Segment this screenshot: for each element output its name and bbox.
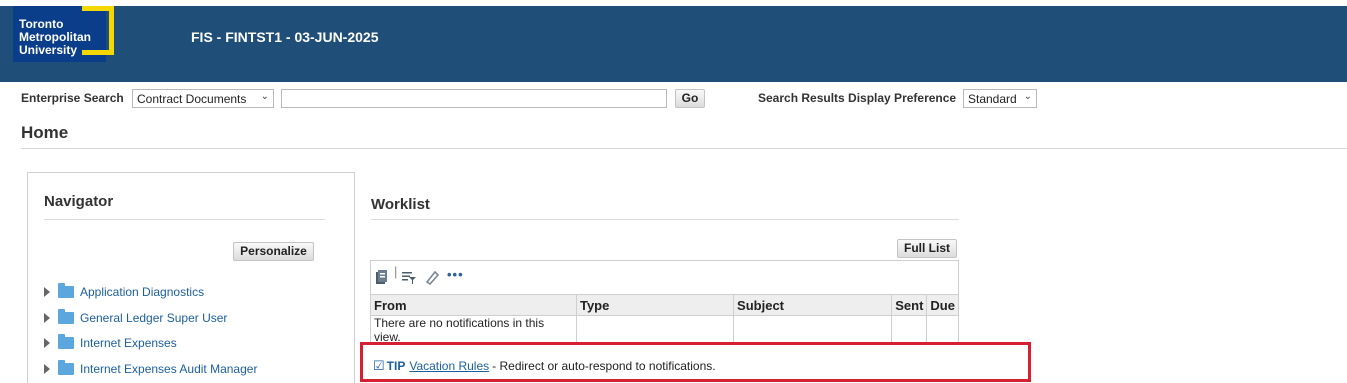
personalize-button[interactable]: Personalize <box>233 242 314 261</box>
navigator-divider <box>44 219 325 220</box>
toolbar-separator-icon: | <box>394 264 398 279</box>
check-circle-icon: ☑ <box>373 358 385 373</box>
vacation-rules-link[interactable]: Vacation Rules <box>409 359 489 373</box>
logo-text: Toronto Metropolitan University <box>19 17 91 57</box>
nav-item-internet-expenses[interactable]: Internet Expenses <box>44 334 177 352</box>
tip-text: - Redirect or auto-respond to notificati… <box>492 359 716 373</box>
worklist-title: Worklist <box>371 196 430 213</box>
edit-icon[interactable] <box>424 269 440 288</box>
table-cell <box>575 315 735 345</box>
expand-icon[interactable] <box>44 364 50 374</box>
empty-message: There are no notifications in this view. <box>370 315 577 345</box>
expand-icon[interactable] <box>44 338 50 348</box>
chevron-down-icon: ⌄ <box>1023 91 1032 102</box>
folder-icon <box>58 334 74 349</box>
tip-label: TIP <box>386 359 406 373</box>
header-banner: Toronto Metropolitan University FIS - FI… <box>0 6 1347 82</box>
table-header-row: From Type Subject Sent Due <box>370 294 959 316</box>
chevron-down-icon: ⌄ <box>260 91 269 102</box>
instance-title: FIS - FINTST1 - 03-JUN-2025 <box>191 29 379 45</box>
page-title: Home <box>21 123 69 142</box>
title-divider <box>21 148 1347 149</box>
nav-item-internet-expenses-audit-manager[interactable]: Internet Expenses Audit Manager <box>44 360 257 378</box>
table-cell <box>926 315 959 345</box>
search-preference-value: Standard <box>968 92 1017 106</box>
table-cell <box>733 315 893 345</box>
worklist-toolbar: | ••• <box>370 260 959 294</box>
nav-item-label[interactable]: Internet Expenses <box>80 336 177 350</box>
search-category-select[interactable]: Contract Documents ⌄ <box>132 89 274 108</box>
folder-icon <box>58 283 74 298</box>
table-row: There are no notifications in this view. <box>370 315 959 345</box>
nav-item-label[interactable]: Internet Expenses Audit Manager <box>80 362 257 376</box>
nav-item-label[interactable]: Application Diagnostics <box>80 285 204 299</box>
column-header-sent[interactable]: Sent <box>891 294 928 316</box>
enterprise-search-label: Enterprise Search <box>21 91 124 105</box>
full-list-button[interactable]: Full List <box>897 239 957 258</box>
notification-icon[interactable] <box>375 269 389 288</box>
column-header-subject[interactable]: Subject <box>733 294 893 316</box>
filter-icon[interactable] <box>401 269 417 288</box>
table-cell <box>891 315 928 345</box>
search-input[interactable] <box>281 89 667 108</box>
more-icon[interactable]: ••• <box>447 267 464 282</box>
expand-icon[interactable] <box>44 313 50 323</box>
nav-item-general-ledger-super-user[interactable]: General Ledger Super User <box>44 309 227 327</box>
folder-icon <box>58 309 74 324</box>
column-header-due[interactable]: Due <box>926 294 959 316</box>
navigator-title: Navigator <box>44 193 114 210</box>
tip-row: ☑ TIP Vacation Rules - Redirect or auto-… <box>373 358 716 374</box>
search-category-value: Contract Documents <box>137 92 247 106</box>
go-button[interactable]: Go <box>675 89 705 108</box>
folder-icon <box>58 360 74 375</box>
nav-item-application-diagnostics[interactable]: Application Diagnostics <box>44 283 204 301</box>
worklist-divider <box>371 219 959 220</box>
worklist-table: From Type Subject Sent Due There are no … <box>370 294 959 345</box>
column-header-type[interactable]: Type <box>575 294 735 316</box>
search-preference-label: Search Results Display Preference <box>758 91 957 105</box>
expand-icon[interactable] <box>44 287 50 297</box>
nav-item-label[interactable]: General Ledger Super User <box>80 311 227 325</box>
search-preference-select[interactable]: Standard ⌄ <box>963 89 1037 108</box>
column-header-from[interactable]: From <box>370 294 577 316</box>
navigator-panel: Navigator Personalize Application Diagno… <box>27 172 355 383</box>
